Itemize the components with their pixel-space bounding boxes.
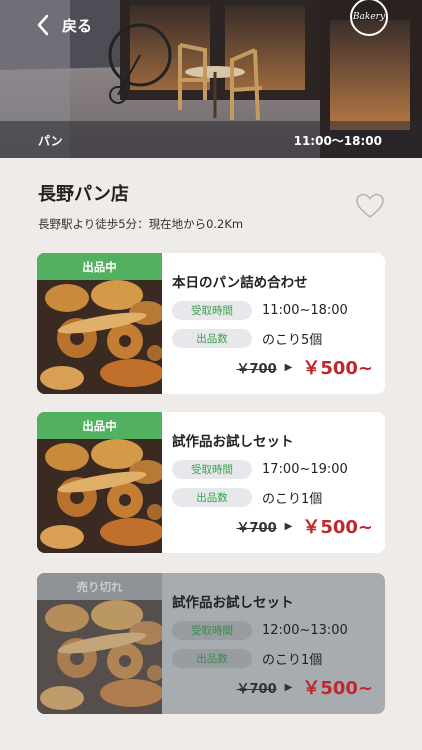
pickup-time-value: 11:00~18:00: [262, 303, 348, 318]
quantity-row: 出品数 のこり5個: [172, 329, 322, 348]
shop-category: パン: [38, 134, 63, 148]
quantity-row: 出品数 のこり1個: [172, 649, 322, 668]
quantity-value: のこり5個: [262, 333, 323, 348]
status-badge: 出品中: [37, 412, 162, 439]
back-label: 戻る: [62, 16, 93, 35]
logo-text: Bakery: [352, 12, 386, 22]
shop-hours: 11:00〜18:00: [293, 134, 382, 148]
shop-hero-image: 戻る Bakery パン 11:00〜18:00: [0, 0, 422, 158]
quantity-label: 出品数: [172, 329, 252, 348]
original-price: ￥700: [236, 520, 277, 536]
quantity-value: のこり1個: [262, 653, 323, 668]
quantity-label: 出品数: [172, 649, 252, 668]
pickup-time-row: 受取時間 12:00~13:00: [172, 621, 348, 640]
sale-price: ￥500~: [302, 517, 373, 538]
pickup-time-value: 17:00~19:00: [262, 462, 348, 477]
sale-price: ￥500~: [302, 358, 373, 379]
offer-title: 試作品お試しセット: [172, 595, 294, 611]
offer-card[interactable]: 出品中 試作品お試しセット 受取時間 17:00~19:00 出品数 のこり1個…: [37, 412, 385, 553]
chevron-left-icon: [37, 14, 49, 36]
back-button[interactable]: 戻る: [36, 14, 92, 36]
pickup-time-label: 受取時間: [172, 621, 252, 640]
price-block: ￥700 ▶ ￥500~: [237, 354, 374, 380]
status-badge: 出品中: [37, 253, 162, 280]
pickup-time-row: 受取時間 17:00~19:00: [172, 460, 348, 479]
offer-title: 本日のパン詰め合わせ: [172, 275, 308, 291]
arrow-right-icon: ▶: [284, 681, 293, 693]
pickup-time-label: 受取時間: [172, 301, 252, 320]
hero-info-strip: パン 11:00〜18:00: [0, 121, 422, 158]
heart-outline-icon[interactable]: [356, 193, 384, 219]
quantity-value: のこり1個: [262, 492, 323, 507]
offer-title: 試作品お試しセット: [172, 434, 294, 450]
original-price: ￥700: [236, 361, 277, 377]
sale-price: ￥500~: [302, 678, 373, 699]
pickup-time-label: 受取時間: [172, 460, 252, 479]
price-block: ￥700 ▶ ￥500~: [237, 674, 374, 700]
original-price: ￥700: [236, 681, 277, 697]
status-badge: 売り切れ: [37, 573, 162, 600]
offer-card-sold-out[interactable]: 売り切れ 試作品お試しセット 受取時間 12:00~13:00 出品数 のこり1…: [37, 573, 385, 714]
pickup-time-row: 受取時間 11:00~18:00: [172, 301, 348, 320]
quantity-label: 出品数: [172, 488, 252, 507]
offer-card[interactable]: 出品中 本日のパン詰め合わせ 受取時間 11:00~18:00 出品数 のこり5…: [37, 253, 385, 394]
arrow-right-icon: ▶: [284, 520, 293, 532]
shop-name: 長野パン店: [38, 184, 129, 205]
shop-access: 長野駅より徒歩5分：現在地から0.2Km: [38, 217, 244, 231]
quantity-row: 出品数 のこり1個: [172, 488, 322, 507]
arrow-right-icon: ▶: [284, 361, 293, 373]
pickup-time-value: 12:00~13:00: [262, 623, 348, 638]
price-block: ￥700 ▶ ￥500~: [237, 513, 374, 539]
